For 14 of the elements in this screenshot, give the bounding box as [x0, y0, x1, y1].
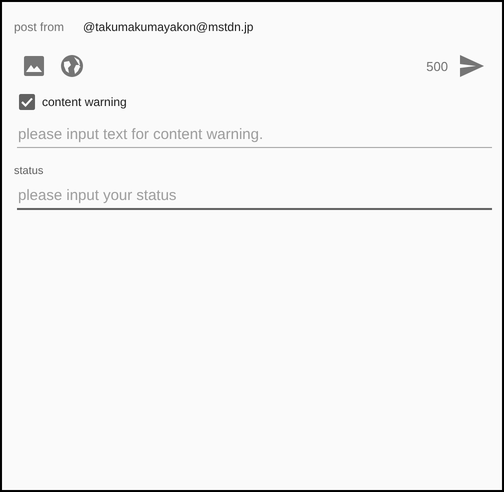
checkbox[interactable]: [19, 94, 35, 110]
post-from-label: post from: [14, 20, 64, 34]
image-button[interactable]: [23, 55, 45, 77]
send-button[interactable]: [460, 55, 484, 77]
account-name: @takumakumayakon@mstdn.jp: [83, 20, 254, 34]
globe-button[interactable]: [60, 54, 84, 78]
globe-icon: [60, 54, 84, 78]
content-warning-field[interactable]: please input text for content warning.: [17, 122, 492, 148]
character-count: 500: [426, 58, 448, 74]
send-icon: [460, 55, 484, 77]
status-label: status: [14, 165, 44, 177]
image-icon: [23, 55, 45, 77]
status-field[interactable]: please input your status: [17, 183, 492, 210]
content-warning-label: content warning: [42, 95, 127, 109]
